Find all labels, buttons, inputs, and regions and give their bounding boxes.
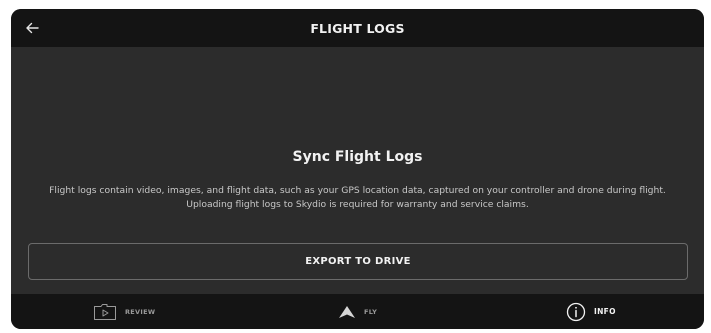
- top-bar: FLIGHT LOGS: [11, 9, 704, 47]
- tab-fly-label: FLY: [364, 307, 378, 316]
- tab-fly[interactable]: FLY: [338, 294, 377, 329]
- tab-review-label: REVIEW: [125, 307, 156, 316]
- bottom-tab-bar: REVIEW FLY INFO: [11, 294, 704, 329]
- arrow-left-icon: [26, 22, 39, 34]
- app-window: FLIGHT LOGS Sync Flight Logs Flight logs…: [11, 9, 704, 329]
- page-title: FLIGHT LOGS: [310, 20, 405, 36]
- back-button[interactable]: [19, 15, 45, 41]
- sync-heading: Sync Flight Logs: [292, 149, 423, 165]
- tab-info-label: INFO: [594, 307, 616, 316]
- tab-info[interactable]: INFO: [566, 294, 616, 329]
- export-button-label: EXPORT TO DRIVE: [305, 256, 411, 267]
- export-to-drive-button[interactable]: EXPORT TO DRIVE: [28, 243, 688, 280]
- navigation-arrow-icon: [339, 305, 355, 318]
- play-folder-icon: [94, 303, 116, 320]
- info-circle-icon: [566, 302, 586, 321]
- tab-review[interactable]: REVIEW: [93, 294, 155, 329]
- main-content: Sync Flight Logs Flight logs contain vid…: [11, 47, 704, 294]
- sync-description: Flight logs contain video, images, and f…: [49, 185, 666, 210]
